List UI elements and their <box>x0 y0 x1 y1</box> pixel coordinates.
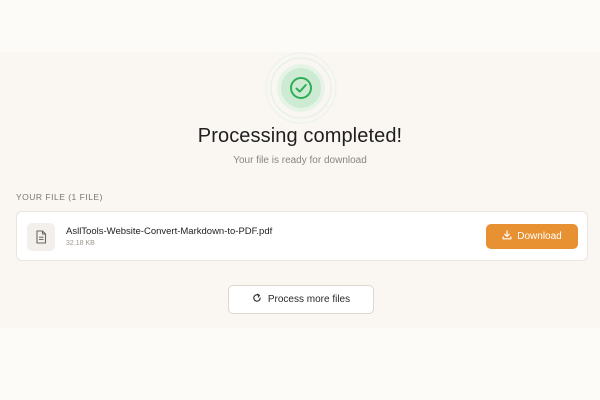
file-card: AsllTools-Website-Convert-Markdown-to-PD… <box>16 211 588 261</box>
document-icon <box>27 223 55 251</box>
page-title: Processing completed! <box>197 125 403 147</box>
files-section-label: YOUR FILE (1 FILE) <box>16 192 103 202</box>
download-icon <box>502 230 512 243</box>
file-size: 32.18 KB <box>66 240 95 247</box>
process-more-files-label: Process more files <box>267 294 351 305</box>
download-button-label: Download <box>517 231 562 242</box>
process-more-files-button[interactable]: Process more files <box>228 285 374 314</box>
page-subtitle: Your file is ready for download <box>233 155 367 166</box>
check-circle-icon <box>265 52 337 124</box>
refresh-icon <box>252 293 262 306</box>
file-name: AsllTools-Website-Convert-Markdown-to-PD… <box>66 226 273 237</box>
download-button[interactable]: Download <box>486 224 578 249</box>
page: Processing completed! Your file is ready… <box>0 0 600 400</box>
